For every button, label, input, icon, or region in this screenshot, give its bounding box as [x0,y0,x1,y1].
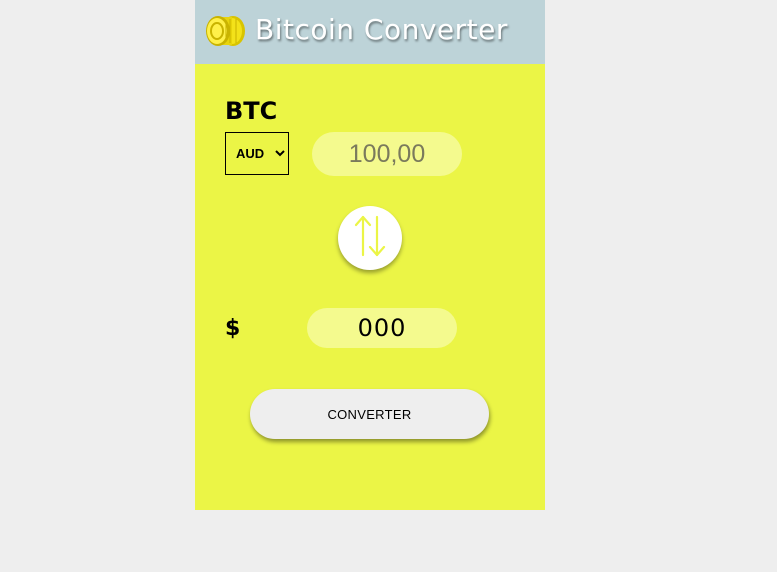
app-header: Bitcoin Converter [195,0,545,64]
from-currency-label: BTC [225,97,278,125]
converter-panel: Bitcoin Converter BTC AUD 100,00 $ 000 C… [195,0,545,510]
swap-button[interactable] [338,206,402,270]
bitcoin-coins-icon [204,14,246,48]
amount-input[interactable]: 100,00 [312,132,462,176]
currency-select[interactable]: AUD [225,132,289,175]
convert-button[interactable]: CONVERTER [250,389,489,439]
result-field[interactable]: 000 [307,308,457,348]
to-currency-label: $ [225,316,241,341]
swap-vertical-arrows-icon [352,213,388,263]
app-title: Bitcoin Converter [255,13,508,46]
